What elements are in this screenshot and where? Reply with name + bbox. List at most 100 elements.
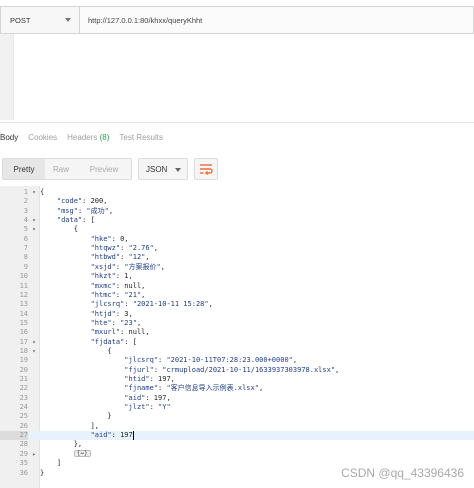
json-punct <box>40 328 91 336</box>
json-string: "成功" <box>86 206 109 215</box>
code-text: "mxmc": null, <box>40 281 146 291</box>
fold-open-icon[interactable]: ▾ <box>30 225 38 234</box>
json-punct: : 1, <box>115 272 133 281</box>
code-text: } <box>40 412 112 421</box>
code-line: 19 "jlcsrq": "2021-10-11T07:28:23.000+00… <box>0 356 474 365</box>
code-text: "fjurl": "crmupload/2021-10-11/163393730… <box>40 366 339 375</box>
format-label: JSON <box>146 164 168 174</box>
fold-open-icon[interactable]: ▾ <box>30 338 38 347</box>
json-punct: : <box>153 365 163 374</box>
preview-button[interactable]: Preview <box>77 159 131 179</box>
code-line: 27 "aid": 197 <box>0 431 474 441</box>
json-string: "21" <box>124 290 142 299</box>
json-punct <box>40 338 91 346</box>
line-number: 20 <box>19 365 28 374</box>
code-line: 21 "htid": 197, <box>0 375 474 384</box>
code-line: 25 } <box>0 412 474 421</box>
json-key: "jlcsrq" <box>124 356 159 365</box>
response-body-editor[interactable]: 1 ▾{2 "code": 200, 3 "msg": "成功", 4 ▾ "data"… <box>0 186 474 488</box>
code-line: 4 ▾ "data": [ <box>0 216 474 225</box>
json-punct: , <box>160 262 165 271</box>
format-select[interactable]: JSON <box>138 158 188 180</box>
tab-body[interactable]: Body <box>0 133 18 142</box>
json-punct: ], <box>40 421 100 430</box>
line-number: 26 <box>19 421 28 430</box>
json-key: "aid" <box>90 431 112 440</box>
fold-open-icon[interactable]: ▾ <box>30 216 38 225</box>
code-line: 10 "hkzt": 1, <box>0 272 474 281</box>
json-key: "htid" <box>124 375 150 383</box>
json-punct: : 197, <box>145 393 171 402</box>
line-number: 18 <box>19 346 28 355</box>
code-text: {↔} <box>40 450 91 459</box>
code-text: "htid": 197, <box>40 375 175 384</box>
json-string: "Y" <box>158 403 171 412</box>
json-punct: } <box>40 412 112 421</box>
code-line: 23 "aid": 197, <box>0 394 474 403</box>
json-punct <box>40 356 124 364</box>
json-punct: , <box>208 300 213 309</box>
line-number: 13 <box>19 300 28 309</box>
json-key: "jlzt" <box>124 403 150 412</box>
json-key: "mxmc" <box>90 281 116 290</box>
code-line: 1 ▾{ <box>0 188 474 197</box>
line-number: 15 <box>19 318 28 327</box>
code-line: 15 "hte": "23", <box>0 319 474 328</box>
json-punct: { <box>40 188 45 196</box>
json-key: "code" <box>56 197 83 206</box>
code-text: { <box>40 225 78 234</box>
tab-headers[interactable]: Headers (8) <box>67 133 109 142</box>
line-number: 12 <box>19 290 28 299</box>
json-key: "htmc" <box>90 290 116 299</box>
collapsed-block[interactable]: {↔} <box>73 450 91 458</box>
wrap-lines-button[interactable] <box>194 158 218 180</box>
line-number: 14 <box>19 309 28 318</box>
json-string: "2021-10-11T07:28:23.000+0000" <box>166 356 293 365</box>
line-number: 8 <box>23 253 28 262</box>
fold-open-icon[interactable]: ▾ <box>30 188 38 197</box>
code-text: { <box>40 188 44 197</box>
request-bar: POST http://127.0.0.1:80/khxx/queryKhht <box>0 6 474 34</box>
json-punct <box>40 235 91 243</box>
chevron-down-icon <box>65 18 71 22</box>
json-string: "crmupload/2021-10-11/1633937303978.xlsx… <box>162 365 336 374</box>
code-text: }, <box>40 440 82 449</box>
code-line: 16 "mxurl": null, <box>0 328 474 337</box>
tab-test-results[interactable]: Test Results <box>119 133 163 142</box>
fold-open-icon[interactable]: ▾ <box>30 347 38 356</box>
json-string: "12" <box>128 253 146 262</box>
json-punct: : 197 <box>111 431 133 440</box>
pretty-button[interactable]: Pretty <box>3 159 45 179</box>
json-key: "data" <box>56 216 83 225</box>
method-select[interactable]: POST <box>0 6 80 34</box>
code-text: "fjdata": [ <box>40 338 137 347</box>
code-text: "hte": "23", <box>40 318 142 328</box>
json-punct: : 200, <box>82 197 108 206</box>
url-input[interactable]: http://127.0.0.1:80/khxx/queryKhht <box>80 6 474 34</box>
line-number: 28 <box>19 440 28 449</box>
code-text: "code": 200, <box>40 197 108 206</box>
json-punct: , <box>145 253 150 262</box>
code-text: "htmc": "21", <box>40 290 146 300</box>
raw-button[interactable]: Raw <box>45 159 77 179</box>
fold-closed-icon[interactable]: ▸ <box>30 450 38 459</box>
json-punct: : <box>111 318 121 327</box>
json-key: "htjd" <box>90 309 116 318</box>
json-string: "客户信息导入示例表.xlsx" <box>166 384 259 393</box>
code-text: "mxurl": null, <box>40 328 150 337</box>
line-number: 24 <box>19 403 28 412</box>
json-string: "方案报价" <box>124 262 161 271</box>
line-number: 5 <box>23 225 28 234</box>
tab-cookies[interactable]: Cookies <box>28 133 57 142</box>
json-punct: { <box>40 225 78 234</box>
json-punct: { <box>40 346 112 355</box>
json-punct: : [ <box>124 337 137 346</box>
line-number: 25 <box>19 412 28 421</box>
json-punct: , <box>141 290 146 299</box>
code-text: "jlcsrq": "2021-10-11 15:28", <box>40 300 213 309</box>
code-text: "xsjd": "方案报价", <box>40 263 165 272</box>
method-label: POST <box>10 15 31 25</box>
line-number: 19 <box>19 356 28 365</box>
code-line: 5 ▾ { <box>0 225 474 234</box>
request-editor[interactable] <box>0 34 474 120</box>
